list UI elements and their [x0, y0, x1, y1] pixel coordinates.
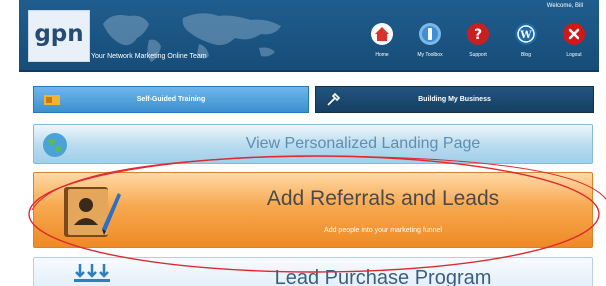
nav-toolbox-label: My Toolbox [417, 52, 443, 58]
support-icon: ? [467, 23, 489, 45]
nav-logout[interactable]: Logout [552, 22, 596, 68]
tab-self-guided-label: Self-Guided Training [136, 96, 206, 103]
gpn-logo[interactable]: gpn [28, 10, 90, 62]
lead-purchase-label: Lead Purchase Program [274, 267, 492, 286]
nav-toolbox[interactable]: My Toolbox [408, 22, 452, 68]
svg-text:?: ? [474, 27, 482, 43]
lead-purchase-program-button[interactable]: Lead Purchase Program [33, 257, 593, 286]
toolbox-icon [419, 23, 441, 45]
welcome-text: Welcome, Bill [546, 3, 583, 9]
referrals-subtitle: Add people into your marketing funnel [324, 227, 442, 234]
tab-self-guided-training[interactable]: Self-Guided Training [33, 86, 309, 113]
contact-book-icon [64, 187, 121, 237]
referrals-title: Add Referrals and Leads [266, 187, 500, 210]
wordpress-icon: W [515, 23, 537, 45]
nav-logout-label: Logout [566, 52, 582, 58]
svg-text:W: W [519, 30, 532, 41]
nav-support[interactable]: ? Support [456, 22, 500, 68]
nav-home-label: Home [375, 52, 389, 58]
tab-building-business-label: Building My Business [418, 96, 491, 103]
nav-blog[interactable]: W Blog [504, 22, 548, 68]
nav-support-label: Support [469, 52, 487, 58]
add-referrals-leads-button[interactable]: Add Referrals and Leads Add people into … [33, 172, 593, 248]
home-icon [371, 23, 393, 45]
tab-building-my-business[interactable]: Building My Business [315, 86, 594, 113]
tagline: Your Network Marketing Online Team [91, 53, 207, 60]
site-header: gpn Your Network Marketing Online Team W… [19, 0, 599, 72]
logout-icon [563, 23, 585, 45]
nav-blog-label: Blog [520, 52, 531, 58]
down-arrows-icon [74, 264, 110, 282]
view-landing-page-button[interactable]: View Personalized Landing Page [33, 124, 593, 164]
nav-home[interactable]: Home [360, 22, 404, 68]
landing-page-label: View Personalized Landing Page [245, 135, 481, 152]
header-nav: Home My Toolbox ? Support W Blog Logout [356, 22, 596, 68]
